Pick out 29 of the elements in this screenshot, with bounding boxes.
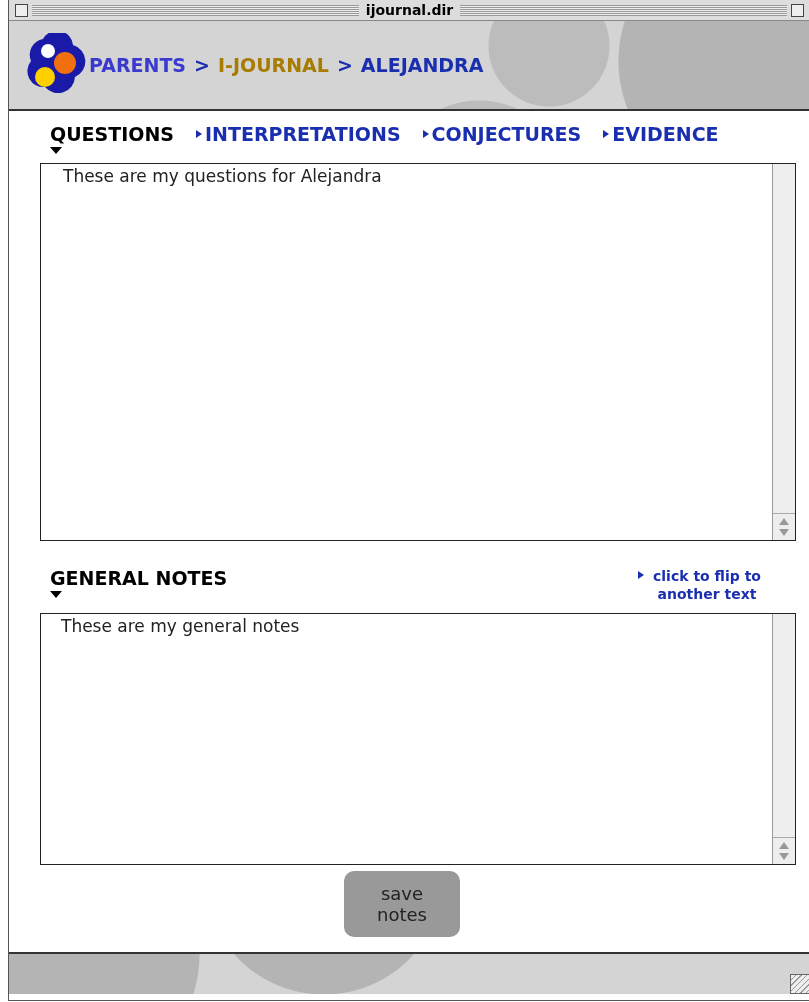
scroll-bar[interactable] bbox=[772, 164, 795, 540]
scroll-bar[interactable] bbox=[772, 614, 795, 864]
collapse-box[interactable] bbox=[791, 3, 804, 17]
play-arrow-icon bbox=[196, 129, 202, 139]
save-notes-button[interactable]: save notes bbox=[344, 871, 460, 937]
scroll-down-arrow-icon[interactable] bbox=[779, 853, 789, 860]
tab[interactable]: CONJECTURES bbox=[422, 123, 582, 145]
breadcrumb-item[interactable]: ALEJANDRA bbox=[360, 54, 484, 76]
play-arrow-icon bbox=[603, 129, 610, 139]
scroll-up-arrow-icon[interactable] bbox=[779, 518, 789, 525]
section-heading: GENERAL NOTES bbox=[50, 567, 228, 589]
tab[interactable]: INTERPRETATIONS bbox=[196, 123, 401, 145]
questions-field[interactable]: These are my questions for Alejandra bbox=[40, 163, 796, 541]
close-box[interactable] bbox=[15, 3, 28, 17]
down-arrow-icon bbox=[50, 591, 62, 598]
tab[interactable]: EVIDENCE bbox=[603, 123, 719, 145]
scroll-down-arrow-icon[interactable] bbox=[779, 529, 789, 536]
breadcrumb-item[interactable]: PARENTS bbox=[89, 54, 187, 76]
general-notes-field[interactable]: These are my general notes bbox=[40, 613, 796, 865]
play-arrow-icon bbox=[638, 570, 644, 580]
tab[interactable]: QUESTIONS bbox=[50, 123, 174, 145]
window-title: ijournal.dir bbox=[364, 2, 455, 18]
resize-grip-icon[interactable] bbox=[790, 974, 809, 994]
breadcrumb-item[interactable]: > bbox=[194, 54, 210, 76]
play-arrow-icon bbox=[422, 129, 429, 139]
down-arrow-icon bbox=[50, 147, 62, 154]
scroll-up-arrow-icon[interactable] bbox=[779, 842, 789, 849]
flip-text-link[interactable]: click to flip to another text bbox=[648, 567, 766, 603]
breadcrumb-item[interactable]: > bbox=[336, 54, 353, 76]
